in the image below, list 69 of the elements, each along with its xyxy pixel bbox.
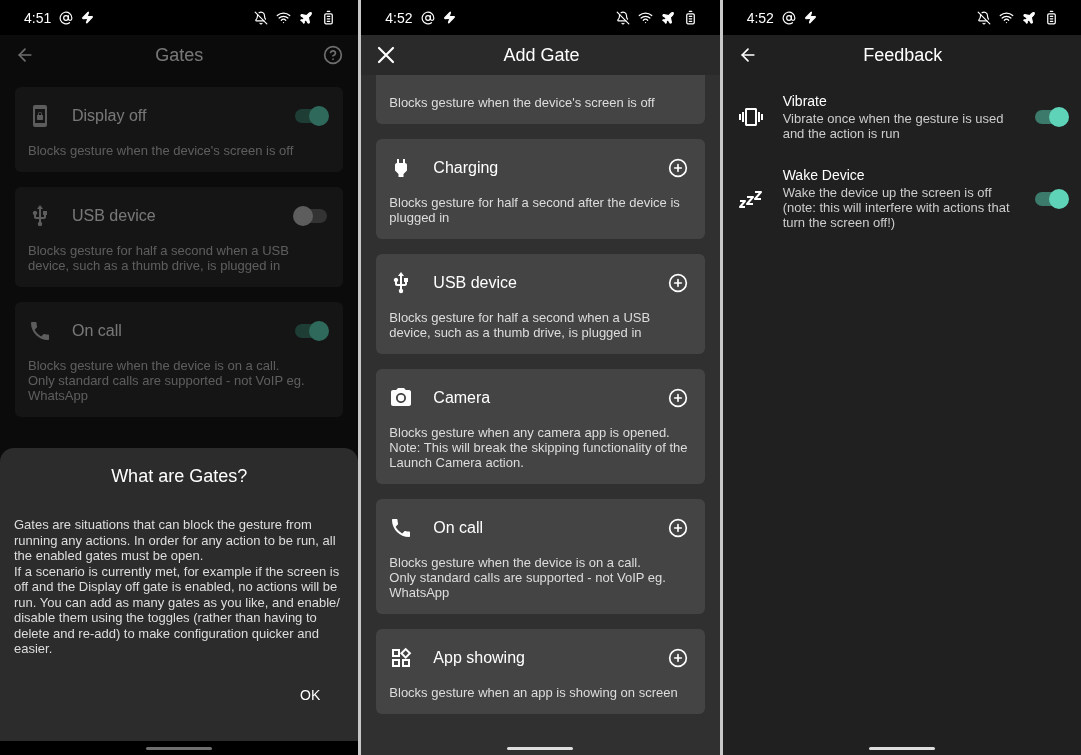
gate-card[interactable]: Charging Blocks gesture for half a second after the device is plugged in <box>376 139 705 239</box>
gate-title: USB device <box>72 207 157 225</box>
gate-description: Blocks gesture when an app is showing on screen <box>389 685 679 700</box>
at-sign-icon <box>781 10 796 25</box>
gate-description: Blocks gesture when the device is on a call. Only standard calls are supported - not VoIP eg. WhatsApp <box>389 555 667 600</box>
screen-title: Gates <box>154 44 205 66</box>
gate-title: On call <box>72 322 123 340</box>
status-time: 4:52 <box>746 9 774 26</box>
at-sign-icon <box>59 10 74 25</box>
add-button[interactable] <box>666 272 689 294</box>
bell-off-icon <box>615 10 630 25</box>
lightning-icon <box>81 11 95 24</box>
gate-description: Blocks gesture for half a second when a USB device, such as a thumb drive, is plugged in <box>28 243 290 273</box>
gate-card[interactable]: Blocks gesture when the device's screen is off <box>376 75 705 124</box>
gate-description: Blocks gesture when the device's screen is off <box>389 95 656 110</box>
gate-card[interactable]: USB device Blocks gesture for half a second when a USB device, such as a thumb drive, is plugged in <box>376 254 705 354</box>
dialog-text: Gates are situations that can block the gesture from running any actions. In order for any action to be run, all the enabled gates must be open. If a scenario is currently met, for example if the screen is off and the Display off gate is enabled, no actions will be run. You can add as many gates as you like, and enable/ disable them using the toggles (rather than having to delete and re-add) to make configuration quicker and easier. <box>14 517 341 658</box>
add-button[interactable] <box>666 647 689 669</box>
gate-card[interactable]: Camera Blocks gesture when any camera app is opened. Note: This will break the skipping functionality of the Launch Camera action. <box>376 369 705 484</box>
wifi-icon <box>276 10 292 25</box>
wifi-icon <box>637 10 653 25</box>
gate-title: App showing <box>433 649 526 667</box>
gate-title: On call <box>433 519 485 537</box>
toggle-switch[interactable] <box>295 109 328 123</box>
gate-description: Blocks gesture for half a second when a USB device, such as a thumb drive, is plugged in <box>389 310 652 340</box>
screen-title: Add Gate <box>502 44 581 66</box>
gate-description: Blocks gesture when the device is on a call. Only standard calls are supported - not VoIP eg. WhatsApp <box>28 358 306 403</box>
status-time: 4:51 <box>24 9 52 26</box>
screen-title: Feedback <box>862 44 944 66</box>
gate-title: Camera <box>433 389 492 407</box>
airplane-icon <box>660 10 675 25</box>
bell-off-icon <box>254 10 269 25</box>
vibrate-icon <box>738 105 763 129</box>
wifi-icon <box>999 10 1014 25</box>
setting-description: Wake the device up the screen is off (note: this will interfere with actions that turn the screen off!) <box>782 185 1011 230</box>
add-button[interactable] <box>666 387 689 409</box>
gate-title: USB device <box>433 274 518 292</box>
ok-button[interactable]: OK <box>290 681 331 709</box>
airplane-icon <box>299 10 314 25</box>
navigation-handle[interactable] <box>146 746 213 750</box>
gate-description: Blocks gesture for half a second after the device is plugged in <box>389 195 681 225</box>
add-button[interactable] <box>666 157 689 179</box>
airplane-icon <box>1022 10 1036 25</box>
gate-title: Charging <box>433 159 500 177</box>
gate-description: Blocks gesture when the device's screen is off <box>28 143 295 158</box>
gate-card[interactable]: On call Blocks gesture when the device is on a call. Only standard calls are supported - not VoIP eg. WhatsApp <box>376 499 705 614</box>
widgets-icon <box>389 646 414 670</box>
setting-description: Vibrate once when the gesture is used and the action is run <box>782 111 1005 141</box>
setting-title: Wake Device <box>782 167 866 183</box>
battery-icon <box>1044 10 1059 25</box>
add-button[interactable] <box>666 517 689 539</box>
toggle-switch[interactable] <box>1035 191 1067 206</box>
lightning-icon <box>803 11 817 24</box>
help-button[interactable] <box>322 44 345 66</box>
setting-title: Vibrate <box>782 93 828 109</box>
gate-card[interactable]: App showing Blocks gesture when an app is showing on screen <box>376 629 705 714</box>
navigation-handle[interactable] <box>507 746 574 750</box>
dialog-title: What are Gates? <box>110 466 249 487</box>
toggle-switch[interactable] <box>1035 110 1067 124</box>
status-time: 4:52 <box>385 9 413 26</box>
bell-off-icon <box>977 10 991 25</box>
navigation-handle[interactable] <box>868 746 935 750</box>
gate-description: Blocks gesture when any camera app is opened. Note: This will break the skipping functionality of the Launch Camera action. <box>389 425 689 470</box>
toggle-switch[interactable] <box>295 209 328 223</box>
at-sign-icon <box>420 10 435 25</box>
lightning-icon <box>442 11 456 24</box>
gate-title: Display off <box>72 107 148 125</box>
phone-icon <box>28 319 52 343</box>
toggle-switch[interactable] <box>295 324 328 338</box>
